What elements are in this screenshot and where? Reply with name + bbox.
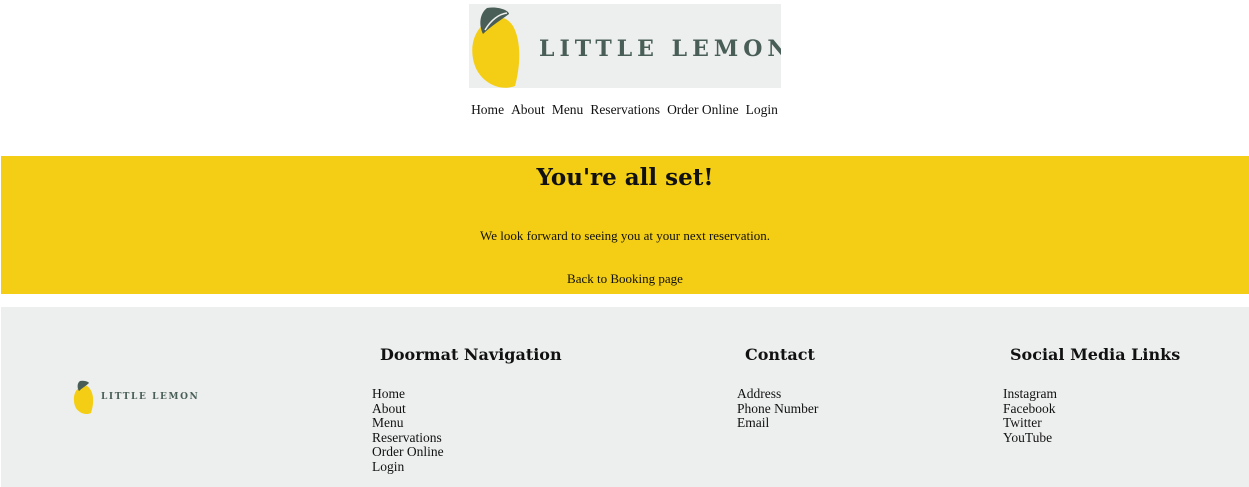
nav-reservations[interactable]: Reservations bbox=[590, 102, 660, 122]
contact-email[interactable]: Email bbox=[737, 415, 818, 431]
contact-phone[interactable]: Phone Number bbox=[737, 401, 818, 417]
doormat-heading: Doormat Navigation bbox=[380, 345, 562, 364]
social-heading: Social Media Links bbox=[1010, 345, 1181, 364]
lemon-icon bbox=[472, 7, 520, 88]
confirmation-banner: You're all set! We look forward to seein… bbox=[1, 156, 1249, 294]
nav-login[interactable]: Login bbox=[746, 102, 778, 122]
confirmation-message: We look forward to seeing you at your ne… bbox=[480, 228, 770, 243]
footer-link-reservations[interactable]: Reservations bbox=[372, 430, 444, 446]
footer: LITTLE LEMON Doormat Navigation Home Abo… bbox=[1, 307, 1249, 487]
nav-about[interactable]: About bbox=[511, 102, 545, 122]
footer-logo-text: LITTLE LEMON bbox=[101, 392, 200, 402]
lemon-icon bbox=[73, 380, 94, 415]
nav-home[interactable]: Home bbox=[471, 102, 504, 122]
footer-logo[interactable]: LITTLE LEMON bbox=[73, 379, 213, 415]
social-youtube[interactable]: YouTube bbox=[1003, 430, 1057, 446]
header-logo-text: LITTLE LEMON bbox=[539, 36, 781, 62]
top-nav: Home About Menu Reservations Order Onlin… bbox=[0, 102, 1249, 122]
nav-order-online[interactable]: Order Online bbox=[667, 102, 739, 122]
footer-link-home[interactable]: Home bbox=[372, 386, 444, 402]
footer-link-about[interactable]: About bbox=[372, 401, 444, 417]
social-instagram[interactable]: Instagram bbox=[1003, 386, 1057, 402]
contact-section: Contact Address Phone Number Email bbox=[737, 345, 818, 430]
social-facebook[interactable]: Facebook bbox=[1003, 401, 1057, 417]
footer-link-order-online[interactable]: Order Online bbox=[372, 444, 444, 460]
header-logo[interactable]: LITTLE LEMON bbox=[469, 4, 781, 88]
footer-link-login[interactable]: Login bbox=[372, 459, 444, 475]
page-title: You're all set! bbox=[536, 164, 714, 191]
doormat-navigation: Doormat Navigation Home About Menu Reser… bbox=[372, 345, 562, 473]
social-twitter[interactable]: Twitter bbox=[1003, 415, 1057, 431]
back-to-booking-link[interactable]: Back to Booking page bbox=[1, 271, 1249, 287]
nav-menu[interactable]: Menu bbox=[552, 102, 584, 122]
contact-address[interactable]: Address bbox=[737, 386, 818, 402]
contact-heading: Contact bbox=[745, 345, 815, 364]
social-media-section: Social Media Links Instagram Facebook Tw… bbox=[1003, 345, 1181, 444]
footer-link-menu[interactable]: Menu bbox=[372, 415, 444, 431]
